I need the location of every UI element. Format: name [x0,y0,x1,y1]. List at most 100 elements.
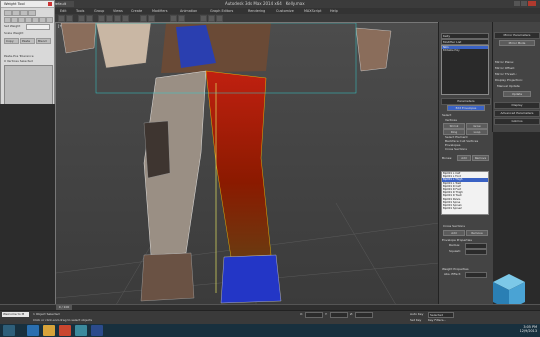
character-model [56,23,439,305]
weight-075-button[interactable] [32,17,39,23]
radius-label: Radius: [449,243,461,247]
abs-effect-spinner[interactable] [465,272,487,278]
minimize-icon[interactable] [514,1,520,6]
squash-label: Squash: [449,249,462,253]
select-label: Select [442,113,452,117]
left-hand [60,23,97,54]
weight-025-button[interactable] [18,17,25,23]
maximize-icon[interactable] [521,1,527,6]
envelope-properties-label: Envelope Properties [442,238,472,242]
close-icon[interactable] [48,2,52,6]
grow-button[interactable] [12,10,20,16]
select-icon[interactable] [98,15,105,22]
paste-pos-tolerance-label: Paste-Pos Tolerance [4,54,34,58]
bone-list[interactable]: Bip001 L Calf Bip001 L Foot Bip001 L Thigh… [441,171,489,215]
remove-bone-button[interactable]: Remove [472,155,489,161]
weight-01-button[interactable] [11,17,18,23]
weight-05-button[interactable] [25,17,32,23]
remove-cross-section-button[interactable]: Remove [466,230,488,236]
scale-icon[interactable] [122,15,129,22]
snap-icon[interactable] [140,15,147,22]
z-label: Z: [350,312,354,316]
selection-status: 1 Object Selected [33,312,60,316]
bones-label: Bones: [442,156,453,160]
rotate-icon[interactable] [114,15,121,22]
maxscript-listener[interactable]: Welcome to M [2,312,29,317]
manual-update-checkbox[interactable]: Manual Update [497,84,520,88]
mirror-parameters-rollout[interactable]: Mirror Parameters [494,32,540,39]
weight-list[interactable] [4,65,53,105]
display-projection-label: Display Projection: [495,78,523,82]
paste-button[interactable]: Paste [20,38,35,44]
right-hand [355,27,392,72]
start-button[interactable] [3,325,15,336]
unlink-icon[interactable] [86,15,93,22]
move-icon[interactable] [106,15,113,22]
x-label: X: [300,312,304,316]
blend-button[interactable]: Blend [36,38,51,44]
shrink-button[interactable] [4,10,12,16]
front-viewport[interactable]: [+] [Front] [Realistic] [55,22,440,306]
gizmos-rollout[interactable]: Gizmos [494,118,540,125]
photoshop-icon[interactable] [91,325,103,336]
chrome-icon[interactable] [59,325,71,336]
weight-0-button[interactable] [4,17,11,23]
display-rollout[interactable]: Display [494,102,540,109]
set-key-button[interactable]: Set Key [410,318,421,322]
update-button[interactable]: Update [503,91,531,97]
prompt-line: Click or click-and-drag to select object… [33,318,93,322]
key-filters-button[interactable]: Key Filters... [428,318,446,322]
edit-envelopes-button[interactable]: Edit Envelopes [447,105,485,111]
explorer-icon[interactable] [43,325,55,336]
mirror-thresh-label: Mirror Thresh.: [495,72,517,76]
link-icon[interactable] [78,15,85,22]
mirror-mode-button[interactable]: Mirror Mode [499,40,535,46]
material-editor-icon[interactable] [200,15,207,22]
loop-button[interactable] [28,10,36,16]
ring-button[interactable] [20,10,28,16]
loop-button[interactable]: Loop [466,129,488,135]
weight-1-button[interactable] [46,17,53,23]
left-strip [0,104,55,304]
y-coordinate-field[interactable] [330,312,348,318]
bone-list-item[interactable]: Bip001 Spine2 [442,207,488,210]
modifier-stack[interactable]: Skin Editable Poly [441,45,489,95]
command-panel: Kelly Modifier List Skin Editable Poly P… [438,22,493,324]
undo-icon[interactable] [58,15,65,22]
ie-icon[interactable] [27,325,39,336]
redo-icon[interactable] [66,15,73,22]
weight-09-button[interactable] [39,17,46,23]
angle-snap-icon[interactable] [148,15,155,22]
advanced-parameters-rollout[interactable]: Advanced Parameters [494,110,540,117]
add-bone-button[interactable]: Add [457,155,471,161]
render-icon[interactable] [216,15,223,22]
3dsmax-icon[interactable] [75,325,87,336]
mirror-offset-label: Mirror Offset: [495,66,515,70]
mirror-icon[interactable] [170,15,177,22]
parameters-rollout[interactable]: Parameters [441,98,491,105]
z-coordinate-field[interactable] [355,312,373,318]
clock[interactable]: 3:05 PM 12/9/2013 [520,325,537,333]
cross-section-label: Cross Sections [443,224,465,228]
add-cross-section-button[interactable]: Add [443,230,465,236]
stack-item-editable-poly[interactable]: Editable Poly [442,49,488,52]
right-boot [220,254,282,304]
vertices-checkbox[interactable]: Vertices [445,118,457,122]
set-weight-field[interactable] [26,24,50,30]
align-icon[interactable] [178,15,185,22]
mirror-plane-label: Mirror Plane: [495,60,515,64]
close-icon[interactable] [528,1,536,6]
x-coordinate-field[interactable] [305,312,323,318]
copy-button[interactable]: Copy [4,38,19,44]
render-setup-icon[interactable] [208,15,215,22]
holster [143,120,171,179]
status-bar: Welcome to M 1 Object Selected Click or … [0,310,540,325]
vertices-selected-label: 0 Vertices Selected [4,59,33,63]
squash-spinner[interactable] [465,249,487,255]
abs-effect-label: Abs. Effect: [444,272,462,276]
window-controls[interactable] [514,1,538,7]
auto-key-button[interactable]: Auto Key [410,312,423,316]
set-weight-label: Set Weight [4,24,21,28]
window-title: Autodesk 3ds Max 2014 x64 Kelly.max [225,1,305,6]
cross-sections-checkbox[interactable]: Cross Sections [445,147,467,151]
